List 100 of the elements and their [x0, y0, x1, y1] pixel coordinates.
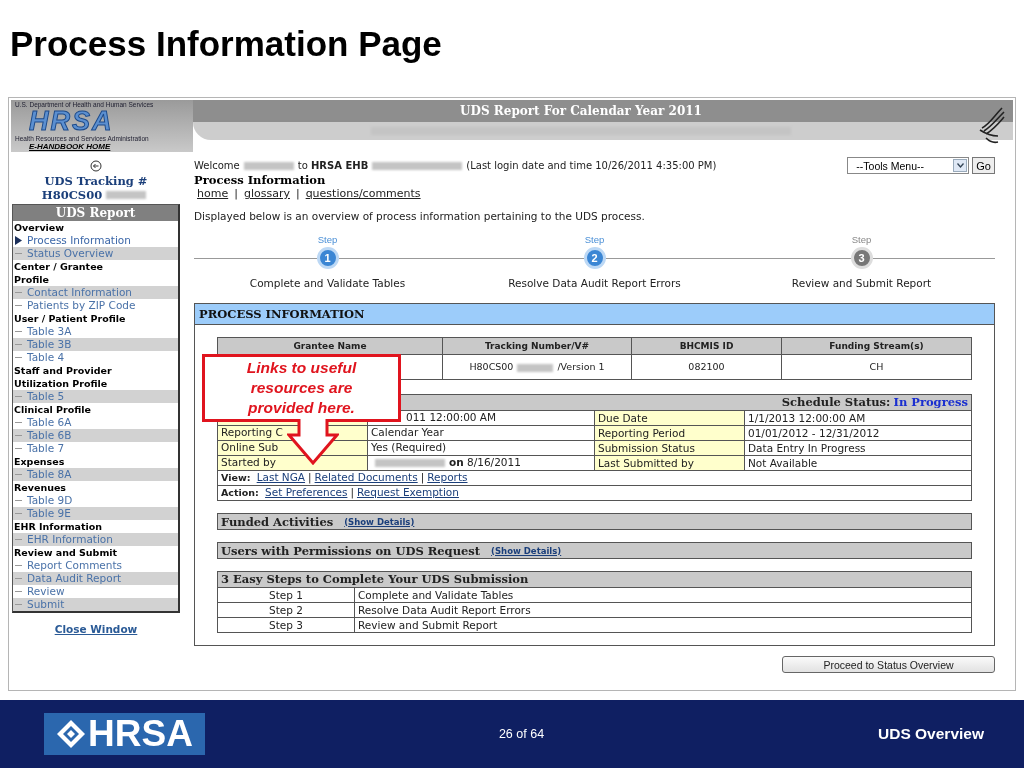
logo-text: HRSA [88, 713, 193, 755]
nav-item[interactable]: Table 3B [13, 338, 178, 351]
link[interactable]: glossary [243, 187, 290, 200]
row-label: View: [221, 472, 251, 483]
caret-icon [956, 163, 964, 168]
nav-link[interactable]: Table 8A [27, 468, 72, 481]
separator-text: | [234, 187, 238, 200]
redacted-text [243, 161, 294, 170]
table-cell: /Version 1 [557, 361, 605, 372]
table-cell: H80CS00 [469, 361, 514, 372]
section-title: Funded Activities [221, 514, 334, 529]
panel-title: PROCESS INFORMATION [199, 307, 365, 321]
nav-item[interactable]: Submit [13, 598, 178, 611]
back-arrow-icon[interactable] [90, 160, 102, 172]
tracking-label: UDS Tracking # [44, 174, 148, 188]
step-marker: 1 [316, 247, 339, 269]
welcome-text: to HRSA EHB [297, 160, 369, 171]
row-label: Action: [221, 487, 259, 498]
column-header: BHCMIS ID [631, 337, 782, 355]
step-caption: Step [851, 234, 872, 245]
separator-text: | [420, 471, 425, 483]
nav-link[interactable]: Review [27, 585, 65, 598]
nav-link[interactable]: Table 6B [27, 429, 72, 442]
nav-section-title: Center / Grantee Profile [13, 260, 105, 286]
tools-menu-dropdown[interactable]: --Tools Menu-- [847, 157, 970, 174]
step-marker: 3 [850, 247, 873, 269]
nav-section-title: Clinical Profile [13, 403, 93, 416]
nav-link[interactable]: Table 3B [27, 338, 72, 351]
nav-item[interactable]: Table 9E [13, 507, 178, 520]
nav-link[interactable]: Table 7 [27, 442, 65, 455]
go-button[interactable]: Go [972, 157, 995, 174]
diamond-logo-icon [56, 719, 87, 749]
nav-section-title: Staff and Provider Utilization Profile [13, 364, 113, 390]
redacted-text [106, 191, 147, 199]
nav-link[interactable]: Report Comments [27, 559, 123, 572]
field-label: Online Sub [221, 441, 279, 453]
logo-text: HRSA [29, 108, 114, 135]
nav-link[interactable]: Contact Information [27, 286, 132, 299]
show-details-link[interactable]: (Show Details) [344, 516, 415, 527]
table-cell: CH [781, 354, 972, 380]
link[interactable]: Request Exemption [356, 486, 459, 498]
nav-link[interactable]: Table 5 [27, 390, 65, 403]
step-caption: Step [584, 234, 605, 245]
slide-title: Process Information Page [10, 24, 442, 64]
nav-section-title: Review and Submit [13, 546, 119, 559]
show-details-link[interactable]: (Show Details) [491, 545, 562, 556]
nav-item[interactable]: Table 6B [13, 429, 178, 442]
nav-link[interactable]: Status Overview [27, 247, 114, 260]
nav-section-title: User / Patient Profile [13, 312, 127, 325]
redacted-text [517, 363, 554, 372]
link[interactable]: Related Documents [314, 471, 418, 483]
nav-link[interactable]: Table 3A [27, 325, 72, 338]
nav-item[interactable]: Table 5 [13, 390, 178, 403]
callout-box: Links to useful resources are provided here. [202, 354, 401, 422]
column-header: Grantee Name [217, 337, 443, 355]
step-label: Review and Submit Report [791, 277, 932, 289]
nav-section-title: Revenues [13, 481, 68, 494]
nav-link[interactable]: Submit [27, 598, 65, 611]
welcome-text: Welcome [194, 160, 240, 171]
nav-item[interactable]: Contact Information [13, 286, 178, 299]
nav-item[interactable]: Table 8A [13, 468, 178, 481]
table-cell: 082100 [631, 354, 782, 380]
nav-link[interactable]: EHR Information [27, 533, 113, 546]
column-header: Tracking Number/V# [442, 337, 632, 355]
link[interactable]: questions/comments [305, 187, 421, 200]
nav-link[interactable]: Table 9D [27, 494, 73, 507]
nav-item[interactable]: EHR Information [13, 533, 178, 546]
page-title: UDS Report For Calendar Year 2011 [460, 104, 702, 118]
page-number: 26 of 64 [497, 727, 546, 741]
nav-link[interactable]: Table 4 [27, 351, 65, 364]
field-value: on 8/16/2011 [449, 456, 521, 468]
link[interactable]: Reports [427, 471, 468, 483]
tracking-number: H80CS00 [41, 188, 103, 202]
callout-arrow [287, 419, 339, 465]
link[interactable]: home [197, 187, 229, 200]
proceed-button[interactable]: Proceed to Status Overview [782, 656, 995, 673]
nav-link[interactable]: Process Information [27, 234, 131, 247]
nav-link[interactable]: Patients by ZIP Code [27, 299, 136, 312]
step-label: Resolve Data Audit Report Errors [508, 277, 681, 289]
table-title: 3 Easy Steps to Complete Your UDS Submission [221, 572, 529, 586]
nav-link[interactable]: Table 9E [27, 507, 71, 520]
link[interactable]: Set Preferences [265, 486, 348, 498]
field-value: Yes (Required) [371, 441, 447, 453]
nav-link[interactable]: Table 6A [27, 416, 72, 429]
footer-title: UDS Overview [878, 725, 984, 743]
step-label: Complete and Validate Tables [249, 277, 406, 289]
field-label: Reporting C [221, 426, 283, 438]
home-link[interactable]: E-HANDBOOK HOME [29, 142, 111, 151]
section-title: Users with Permissions on UDS Request [221, 543, 481, 558]
separator-text: | [308, 471, 312, 483]
nav-section-title: Overview [13, 221, 66, 234]
nav-item[interactable]: Data Audit Report [13, 572, 178, 585]
close-window-link[interactable]: Close Window [54, 623, 138, 635]
triangle-marker-icon [15, 236, 22, 245]
link[interactable]: Last NGA [256, 471, 306, 483]
field-value: 011 12:00:00 AM [406, 411, 497, 423]
nav-section-title: Expenses [13, 455, 66, 468]
nav-link[interactable]: Data Audit Report [27, 572, 122, 585]
nav-item[interactable]: Status Overview [13, 247, 178, 260]
step-marker: 2 [583, 247, 606, 269]
